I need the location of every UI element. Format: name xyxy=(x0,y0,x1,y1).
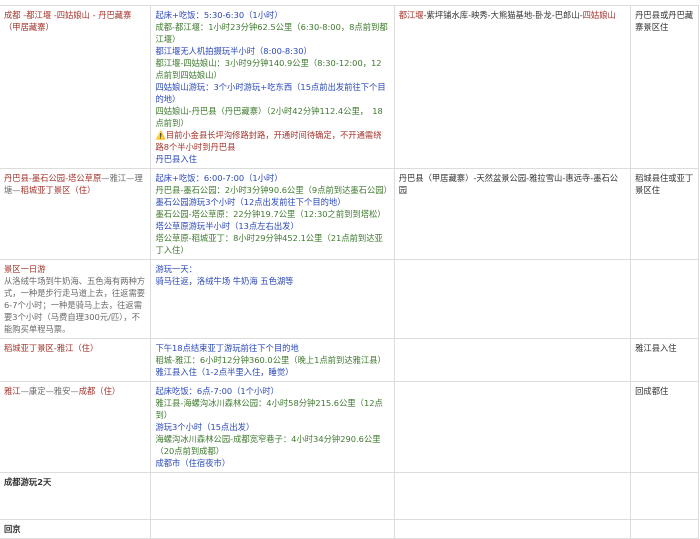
sights-cell[interactable]: 丹巴县（甲居藏寨）-天然盆景公园-雅拉雪山-惠远寺-墨石公园 xyxy=(393,168,632,260)
schedule-text: 塔公草原-稻城亚丁：8小时29分钟452.1公里（21点前到达亚丁入住） xyxy=(155,233,383,255)
schedule-cell[interactable]: 游玩一天： 骑马往返，洛绒牛场 牛奶海 五色湖等 xyxy=(150,259,395,339)
schedule-text: 下午18点结束亚丁游玩前往下个目的地 xyxy=(155,343,299,353)
route-text: 从洛绒牛场到牛奶海、五色海有两种方式，一种是步行走马道上去，往返需要6-7个小时… xyxy=(4,276,146,334)
schedule-text: 起床+吃饭：6:00-7:00（1小时） xyxy=(155,173,283,183)
schedule-text: 四姑娘山-丹巴县（丹巴藏寨）（2小时42分钟112.4公里， 18点前到） xyxy=(155,106,383,128)
stay-cell[interactable]: 丹巴县或丹巴藏寨景区住 xyxy=(630,5,699,169)
route-text: 丹巴县-墨石公园-塔公草原 xyxy=(4,173,102,183)
route-text: 雅江 xyxy=(4,386,21,396)
schedule-cell[interactable] xyxy=(150,519,395,539)
route-text: 稻城亚丁景区（住） xyxy=(20,185,96,195)
schedule-cell[interactable] xyxy=(150,472,395,520)
schedule-text: 墨石公园-塔公草原：22分钟19.7公里（12:30之前到到塔松） xyxy=(155,209,386,219)
schedule-text: 塔公草原游玩半小时（13点左右出发） xyxy=(155,221,299,231)
schedule-text: 骑马往返，洛绒牛场 牛奶海 五色湖等 xyxy=(155,276,294,286)
schedule-text: 丹巴县入住 xyxy=(155,154,197,164)
schedule-text: 丹巴县-墨石公园：2小时3分钟90.6公里（9点前到达墨石公园） xyxy=(155,185,392,195)
schedule-text: 游玩3个小时（15点出发） xyxy=(155,422,255,432)
route-text: 景区一日游 xyxy=(4,264,46,274)
schedule-text: 雅江县-海螺沟冰川森林公园：4小时58分钟215.6公里（12点到） xyxy=(155,398,383,420)
route-text: 成都（住） xyxy=(78,386,121,396)
schedule-text: 成都市（住宿夜市） xyxy=(155,458,231,468)
schedule-cell[interactable]: 起床吃饭：6点-7:00（1个小时） 雅江县-海螺沟冰川森林公园：4小时58分钟2… xyxy=(150,381,395,473)
sights-text: -紫坪铺水库-映秀-大熊猫基地-卧龙-巴郎山- xyxy=(423,10,583,20)
schedule-text: 都江堰-四姑娘山：3小时9分钟140.9公里（8:30-12:00，12点前到四… xyxy=(155,58,382,80)
route-text: 回京 xyxy=(4,524,21,534)
sights-cell[interactable] xyxy=(393,259,632,339)
sights-text: 丹巴县（甲居藏寨）-天然盆景公园-雅拉雪山-惠远寺-墨石公园 xyxy=(398,173,619,195)
route-text: 成都 -都江堰 -四姑娘山 - 丹巴藏寨（甲居藏寨） xyxy=(4,10,132,32)
route-cell[interactable]: 景区一日游从洛绒牛场到牛奶海、五色海有两种方式，一种是步行走马道上去，往返需要6… xyxy=(0,259,152,339)
route-text: 成都游玩2天 xyxy=(4,477,52,487)
stay-cell[interactable] xyxy=(630,472,699,520)
schedule-cell[interactable]: 起床+吃饭：5:30-6:30（1小时） 成都-都江堰：1小时23分钟62.5公里… xyxy=(150,5,395,169)
route-text: 稻城亚丁景区-雅江（住） xyxy=(4,343,99,353)
schedule-cell[interactable]: 下午18点结束亚丁游玩前往下个目的地稻城-雅江：6小时12分钟360.0公里（晚… xyxy=(150,338,395,382)
schedule-text: 四姑娘山游玩：3个小时游玩+吃东西（15点前出发前往下个目的地） xyxy=(155,82,386,104)
route-cell[interactable]: 回京 xyxy=(0,519,152,539)
schedule-text: 都江堰无人机拍摄玩半小时（8:00-8:30） xyxy=(155,46,312,56)
table-row: 成都游玩2天 xyxy=(0,472,699,520)
route-cell[interactable]: 成都游玩2天 xyxy=(0,472,152,520)
schedule-cell[interactable]: 起床+吃饭：6:00-7:00（1小时） 丹巴县-墨石公园：2小时3分钟90.6公… xyxy=(150,168,395,260)
stay-cell[interactable]: 回成都住 xyxy=(630,381,699,473)
sights-cell[interactable]: 都江堰-紫坪铺水库-映秀-大熊猫基地-卧龙-巴郎山-四姑娘山 xyxy=(393,5,632,169)
stay-text: 丹巴县或丹巴藏寨景区住 xyxy=(635,10,694,32)
schedule-text: 雅江县入住（1-2点半里入住，睡觉） xyxy=(155,367,294,377)
stay-text: 稻城县住或亚丁景区住 xyxy=(635,173,694,195)
table-row: 回京 xyxy=(0,519,699,539)
schedule-text: 稻城-雅江：6小时12分钟360.0公里（晚上1点前到达雅江县） xyxy=(155,355,386,365)
sights-cell[interactable] xyxy=(393,338,632,382)
schedule-text: 墨石公园游玩3个小时（12点出发前往下个目的地） xyxy=(155,197,346,207)
stay-text: 回成都住 xyxy=(635,386,669,396)
schedule-text: 起床+吃饭：5:30-6:30（1小时） xyxy=(155,10,283,20)
table-row: 雅江—康定—雅安—成都（住） 起床吃饭：6点-7:00（1个小时） 雅江县-海螺沟冰… xyxy=(0,381,699,473)
stay-cell[interactable] xyxy=(630,519,699,539)
table-row: 稻城亚丁景区-雅江（住） 下午18点结束亚丁游玩前往下个目的地稻城-雅江：6小时1… xyxy=(0,338,699,382)
schedule-text: 游玩一天： xyxy=(155,264,197,274)
route-text: —康定—雅安— xyxy=(20,386,79,396)
itinerary-table: 成都 -都江堰 -四姑娘山 - 丹巴藏寨（甲居藏寨） 起床+吃饭：5:30-6:3… xyxy=(0,5,699,539)
stay-cell[interactable]: 雅江县入住 xyxy=(630,338,699,382)
sights-text: 四姑娘山 xyxy=(582,10,616,20)
schedule-text: 成都-都江堰：1小时23分钟62.5公里（6:30-8:00，8点前到都江堰） xyxy=(155,22,388,44)
route-cell[interactable]: 成都 -都江堰 -四姑娘山 - 丹巴藏寨（甲居藏寨） xyxy=(0,5,152,169)
stay-cell[interactable]: 稻城县住或亚丁景区住 xyxy=(630,168,699,260)
route-cell[interactable]: 雅江—康定—雅安—成都（住） xyxy=(0,381,152,473)
schedule-text: ⚠️目前小金县长坪沟修路封路，开通时间待确定，不开通需绕路8个半小时到丹巴县 xyxy=(155,130,382,152)
sights-cell[interactable] xyxy=(393,381,632,473)
stay-text: 雅江县入住 xyxy=(635,343,677,353)
route-cell[interactable]: 丹巴县-墨石公园-塔公草原—雅江—理塘—稻城亚丁景区（住） xyxy=(0,168,152,260)
route-cell[interactable]: 稻城亚丁景区-雅江（住） xyxy=(0,338,152,382)
schedule-text: 起床吃饭：6点-7:00（1个小时） xyxy=(155,386,279,396)
sights-cell[interactable] xyxy=(393,519,632,539)
sights-cell[interactable] xyxy=(393,472,632,520)
table-row: 丹巴县-墨石公园-塔公草原—雅江—理塘—稻城亚丁景区（住） 起床+吃饭：6:00-… xyxy=(0,168,699,260)
sights-text: 都江堰 xyxy=(398,10,424,20)
table-row: 成都 -都江堰 -四姑娘山 - 丹巴藏寨（甲居藏寨） 起床+吃饭：5:30-6:3… xyxy=(0,5,699,169)
schedule-text: 海螺沟冰川森林公园-成都宽窄巷子：4小时34分钟290.6公里（20点前到成都） xyxy=(155,434,381,456)
stay-cell[interactable] xyxy=(630,259,699,339)
table-row: 景区一日游从洛绒牛场到牛奶海、五色海有两种方式，一种是步行走马道上去，往返需要6… xyxy=(0,259,699,339)
